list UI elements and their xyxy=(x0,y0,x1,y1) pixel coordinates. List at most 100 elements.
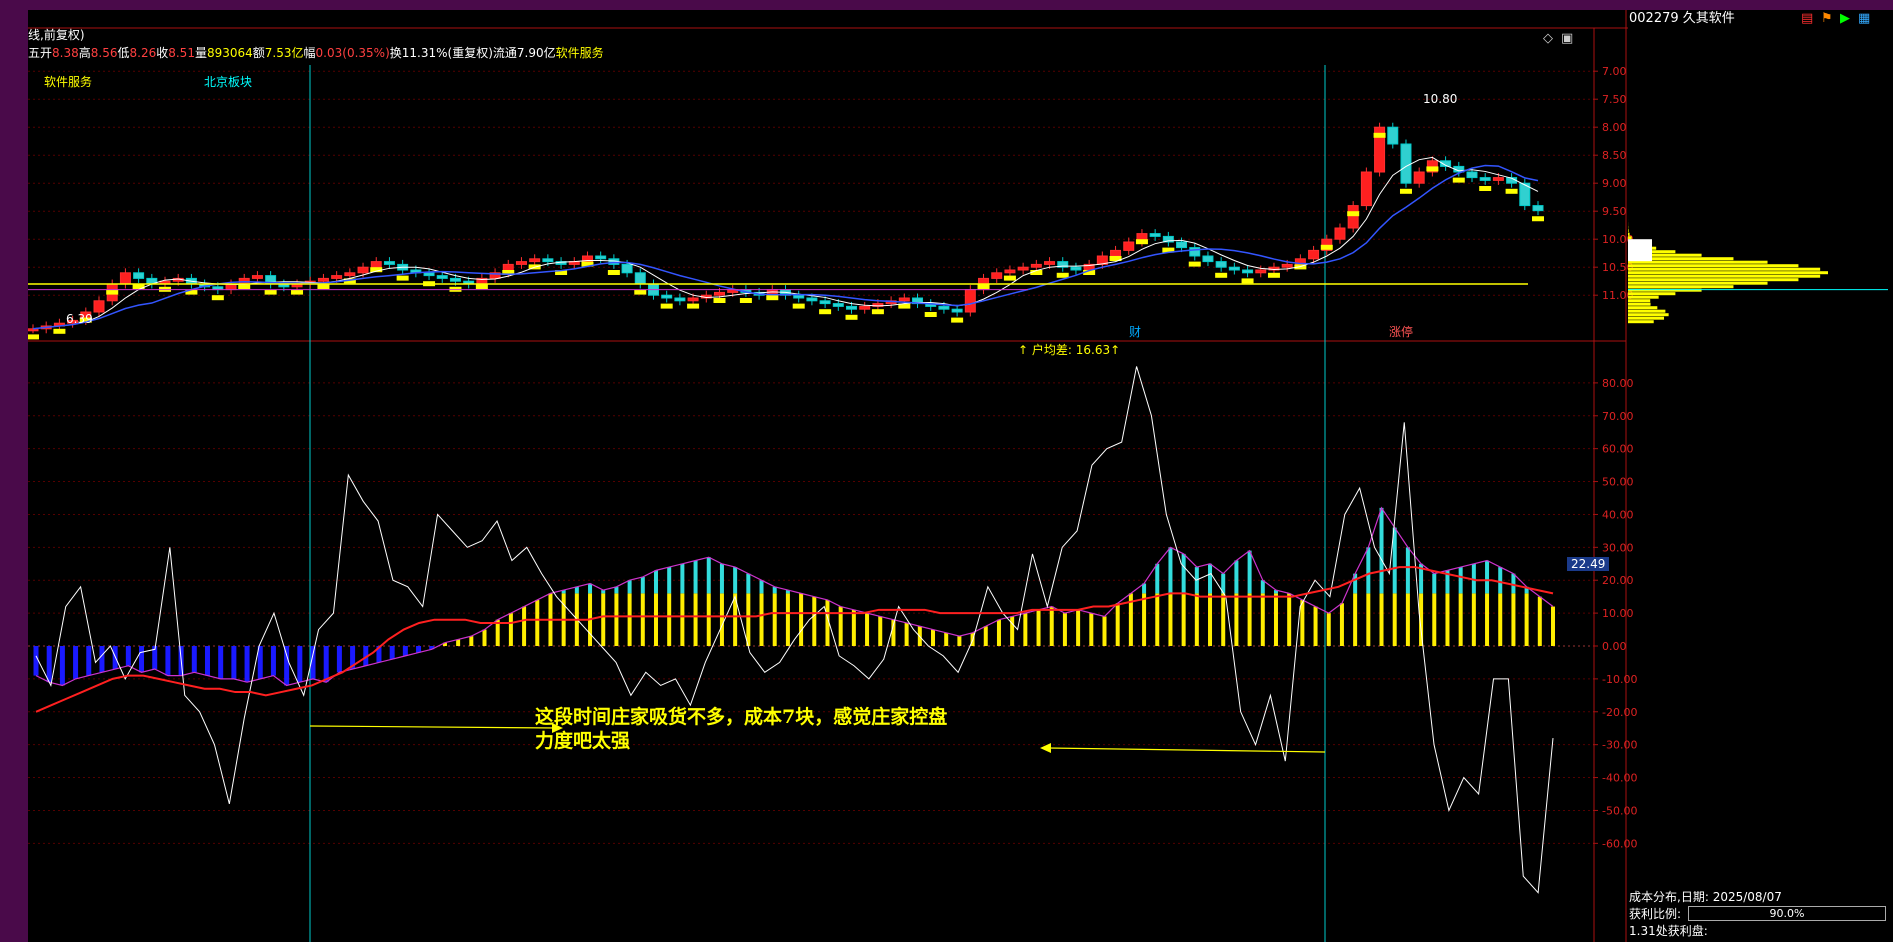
ind-bar-neg-14 xyxy=(218,646,224,679)
cost-block-56 xyxy=(766,295,779,301)
price-tick-label-3: 9.50 xyxy=(1602,205,1627,218)
candle-body-5 xyxy=(93,300,105,313)
candle-body-99 xyxy=(1334,227,1346,240)
ind-bar-pos-38 xyxy=(535,599,540,646)
ind-bar-neg-5 xyxy=(99,646,105,673)
tag-region[interactable]: 北京板块 xyxy=(204,75,252,89)
ind-bar-pos-87 xyxy=(1181,593,1186,646)
candle-body-46 xyxy=(634,272,646,285)
ind-bar-pos-45 xyxy=(627,593,632,646)
cost-block-70 xyxy=(951,317,964,323)
ind-bar-pos-72 xyxy=(983,626,988,646)
ind-bar-top-87 xyxy=(1181,553,1186,594)
candle-body-111 xyxy=(1492,177,1504,181)
candle-body-83 xyxy=(1123,241,1135,251)
chip-bar-25 xyxy=(1628,232,1630,236)
cost-block-46 xyxy=(634,289,647,295)
ind-bar-pos-36 xyxy=(508,613,513,646)
arrow-right-head xyxy=(1040,743,1051,753)
ind-tick-label-11: 50.00 xyxy=(1602,476,1634,489)
indicator-title: ↑ 户均差: 16.63↑ xyxy=(1018,343,1121,357)
chip-bar-7 xyxy=(1628,295,1659,299)
candle-body-48 xyxy=(661,294,673,299)
ind-bar-neg-7 xyxy=(125,646,131,666)
ind-bar-top-110 xyxy=(1485,560,1490,594)
candle-body-105 xyxy=(1413,171,1425,184)
ind-bar-pos-114 xyxy=(1537,596,1542,646)
arrow-right-shaft xyxy=(1047,747,1326,753)
cost-block-112 xyxy=(1505,188,1518,194)
ind-bar-top-104 xyxy=(1405,547,1410,594)
chip-bar-11 xyxy=(1628,281,1768,285)
candle-body-74 xyxy=(1004,269,1016,274)
ind-bar-pos-81 xyxy=(1102,616,1107,646)
ind-bar-neg-8 xyxy=(139,646,145,673)
ind-bar-pos-96 xyxy=(1300,599,1305,646)
chip-bar-2 xyxy=(1628,313,1669,317)
ind-bar-top-41 xyxy=(574,586,579,594)
ind-bar-neg-22 xyxy=(323,646,329,683)
ind-bar-pos-73 xyxy=(996,619,1001,646)
cost-block-88 xyxy=(1188,261,1201,267)
ind-bar-top-48 xyxy=(667,567,672,594)
ind-bar-neg-1 xyxy=(46,646,52,683)
ind-bar-pos-95 xyxy=(1287,593,1292,646)
candle-body-43 xyxy=(595,255,607,260)
event-limit-up[interactable]: 涨停 xyxy=(1389,325,1413,339)
ind-bar-pos-79 xyxy=(1076,609,1081,646)
candle-body-110 xyxy=(1479,177,1491,181)
ind-bar-pos-86 xyxy=(1168,593,1173,646)
candle-body-66 xyxy=(898,297,910,302)
ind-bar-pos-52 xyxy=(719,593,724,646)
ind-bar-pos-93 xyxy=(1260,593,1265,646)
ind-tick-label-4: -20.00 xyxy=(1602,706,1637,719)
cost-block-58 xyxy=(792,303,805,309)
cost-block-108 xyxy=(1452,177,1465,183)
ind-bar-top-56 xyxy=(772,586,777,594)
candle-body-82 xyxy=(1110,249,1122,257)
tag-industry[interactable]: 软件服务 xyxy=(44,75,92,89)
ind-bar-top-85 xyxy=(1155,563,1160,594)
ind-bar-pos-64 xyxy=(878,616,883,646)
candle-body-25 xyxy=(357,266,369,274)
ind-bar-pos-108 xyxy=(1458,593,1463,646)
candle-body-92 xyxy=(1242,269,1254,274)
ind-bar-pos-50 xyxy=(693,593,698,646)
candle-body-61 xyxy=(832,303,844,307)
ind-bar-neg-0 xyxy=(33,646,39,676)
min-price-label: 6.39 xyxy=(66,312,93,326)
ind-bar-top-93 xyxy=(1260,580,1265,594)
candle-body-52 xyxy=(713,291,725,296)
candle-body-103 xyxy=(1387,126,1399,145)
candle-body-37 xyxy=(515,261,527,265)
candle-body-73 xyxy=(991,272,1003,279)
candle-body-95 xyxy=(1281,263,1293,268)
ind-bar-pos-69 xyxy=(944,632,949,646)
ind-bar-neg-12 xyxy=(191,646,197,673)
ind-bar-pos-90 xyxy=(1221,593,1226,646)
ind-bar-pos-32 xyxy=(456,639,461,646)
ind-tick-label-7: 10.00 xyxy=(1602,607,1634,620)
ind-bar-pos-68 xyxy=(931,629,936,646)
cost-block-14 xyxy=(211,295,224,301)
chart-window: 线,前复权) 五开8.38高8.56低8.26收8.51量893064额7.53… xyxy=(28,10,1893,942)
event-finance[interactable]: 财 xyxy=(1129,325,1141,339)
candle-body-49 xyxy=(674,297,686,302)
ind-bar-pos-46 xyxy=(640,593,645,646)
candle-body-23 xyxy=(331,275,343,279)
ind-bar-pos-110 xyxy=(1485,593,1490,646)
ind-bar-pos-66 xyxy=(904,622,909,646)
ind-bar-pos-101 xyxy=(1366,593,1371,646)
ind-bar-top-47 xyxy=(653,570,658,594)
ind-bar-neg-2 xyxy=(59,646,65,686)
ind-tick-label-10: 40.00 xyxy=(1602,508,1634,521)
cost-block-52 xyxy=(713,298,726,303)
cost-block-106 xyxy=(1426,166,1439,172)
ind-bar-pos-115 xyxy=(1551,606,1555,646)
cost-block-48 xyxy=(660,303,673,309)
ind-bar-neg-13 xyxy=(204,646,210,676)
chip-profit-block xyxy=(1628,239,1652,262)
ind-bar-neg-23 xyxy=(336,646,342,673)
ind-bar-pos-51 xyxy=(706,593,711,646)
ind-bar-top-51 xyxy=(706,557,711,594)
